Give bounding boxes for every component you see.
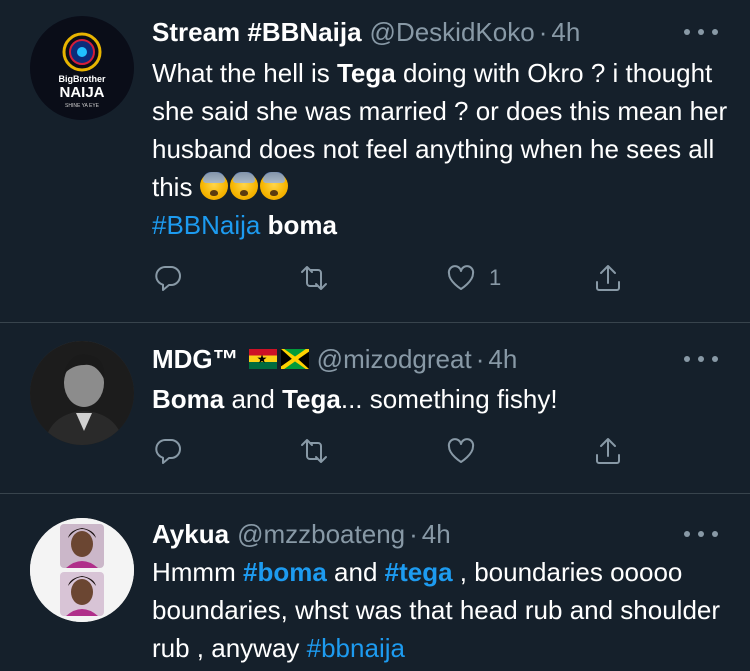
reply-icon — [155, 266, 181, 291]
text-segment: What the hell is — [152, 58, 337, 88]
retweet-icon — [301, 266, 327, 290]
timestamp[interactable]: 4h — [488, 341, 517, 377]
more-options-icon[interactable] — [684, 524, 718, 544]
action-bar — [152, 431, 632, 471]
timestamp[interactable]: 4h — [551, 14, 580, 50]
display-name[interactable]: Aykua — [152, 516, 229, 552]
heart-icon — [447, 265, 475, 290]
text-segment: Hmmm — [152, 557, 243, 587]
ghana-flag-icon — [248, 349, 277, 369]
tweet-text: Hmmm #boma and #tega , boundaries ooooo … — [152, 553, 732, 667]
retweet-button[interactable] — [298, 258, 330, 298]
reply-icon — [155, 439, 181, 464]
tweet-header: MDG™ @mizodgreat · 4h — [152, 341, 517, 377]
user-handle[interactable]: @DeskidKoko — [370, 14, 535, 50]
action-bar: 1 — [152, 258, 632, 298]
text-segment: and — [224, 384, 283, 414]
user-handle[interactable]: @mzzboateng — [237, 516, 405, 552]
text-bold-segment: Tega — [282, 384, 341, 414]
heart-icon — [447, 438, 475, 463]
text-bold-segment: Tega — [336, 58, 396, 88]
fearful-face-emoji — [229, 172, 258, 200]
like-count: 1 — [489, 265, 502, 290]
hashtag-link[interactable]: #tega — [385, 557, 453, 587]
display-name[interactable]: MDG™ — [152, 341, 239, 377]
share-button[interactable] — [592, 258, 624, 298]
tweet-header: Stream #BBNaija @DeskidKoko · 4h — [152, 14, 580, 50]
more-options-icon[interactable] — [684, 349, 718, 369]
reply-button[interactable] — [152, 431, 184, 471]
more-options-icon[interactable] — [684, 22, 718, 42]
retweet-icon — [301, 439, 327, 463]
bbnaija-logo-icon: BigBrother NAIJA SHINE YA EYE — [30, 16, 134, 120]
tweet-text: Boma and Tega... something fishy! — [152, 380, 732, 418]
user-photo-icon — [30, 518, 134, 622]
user-handle[interactable]: @mizodgreat — [317, 341, 472, 377]
avatar[interactable] — [30, 341, 134, 445]
separator-dot: · — [475, 344, 485, 374]
tweet-2[interactable]: MDG™ @mizodgreat · 4h Boma and Tega... s… — [0, 323, 750, 493]
text-segment: and — [326, 557, 385, 587]
separator-dot: · — [538, 17, 548, 47]
display-name[interactable]: Stream #BBNaija — [152, 14, 362, 50]
svg-text:BigBrother: BigBrother — [59, 74, 106, 84]
like-button[interactable]: 1 — [445, 258, 501, 298]
timestamp[interactable]: 4h — [422, 516, 451, 552]
svg-text:SHINE YA EYE: SHINE YA EYE — [65, 103, 100, 109]
hashtag-link[interactable]: #bbnaija — [307, 633, 405, 663]
jamaica-flag-icon — [280, 349, 309, 369]
avatar[interactable] — [30, 518, 134, 622]
hashtag-link[interactable]: #BBNaija — [152, 210, 260, 240]
text-bold-segment: Boma — [152, 384, 225, 414]
like-button[interactable] — [445, 431, 477, 471]
tweet-text: What the hell is Tega doing with Okro ? … — [152, 54, 732, 244]
fearful-face-emoji — [199, 172, 228, 200]
share-icon — [596, 438, 620, 464]
tweet-header: Aykua @mzzboateng · 4h — [152, 516, 451, 552]
text-bold-segment: boma — [260, 210, 337, 240]
share-icon — [596, 265, 620, 291]
separator-dot: · — [409, 519, 418, 549]
reply-button[interactable] — [152, 258, 184, 298]
hashtag-link[interactable]: #boma — [243, 557, 327, 587]
tweet-3[interactable]: Aykua @mzzboateng · 4h Hmmm #boma and #t… — [0, 494, 750, 671]
retweet-button[interactable] — [298, 431, 330, 471]
share-button[interactable] — [592, 431, 624, 471]
fearful-face-emoji — [259, 172, 288, 200]
avatar[interactable]: BigBrother NAIJA SHINE YA EYE — [30, 16, 134, 120]
user-photo-icon — [30, 341, 134, 445]
tweet-1[interactable]: BigBrother NAIJA SHINE YA EYE Stream #BB… — [0, 0, 750, 322]
text-segment: ... something fishy! — [340, 384, 558, 414]
svg-text:NAIJA: NAIJA — [59, 84, 104, 101]
